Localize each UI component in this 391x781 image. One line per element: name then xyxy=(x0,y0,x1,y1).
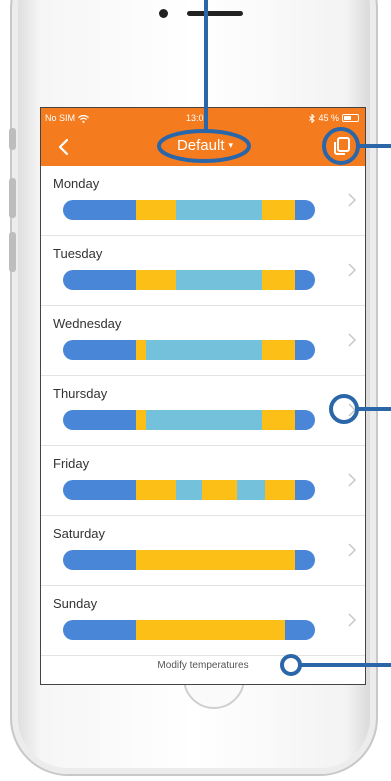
day-row[interactable]: Friday xyxy=(41,446,365,516)
schedule-bar xyxy=(63,550,315,570)
schedule-segment xyxy=(294,270,315,290)
schedule-segment xyxy=(146,340,263,360)
day-label: Saturday xyxy=(53,526,106,541)
schedule-segment xyxy=(294,410,315,430)
schedule-segment xyxy=(146,410,263,430)
schedule-title: Default xyxy=(176,136,225,154)
day-row[interactable]: Saturday xyxy=(41,516,365,586)
copy-button[interactable] xyxy=(331,135,353,157)
carrier-label: No SIM xyxy=(45,113,76,123)
schedule-segment xyxy=(294,550,315,570)
day-label: Monday xyxy=(53,176,100,191)
front-camera xyxy=(159,9,168,18)
schedule-segment xyxy=(63,550,137,570)
chevron-right-icon[interactable] xyxy=(346,402,358,418)
mute-switch xyxy=(9,128,16,150)
volume-up-button xyxy=(9,178,16,218)
day-row[interactable]: Thursday xyxy=(41,376,365,446)
schedule-segment xyxy=(136,550,295,570)
app-screen: No SIM 13:02 45 % Default ▾ Monday Tuesd… xyxy=(40,107,366,685)
schedule-segment xyxy=(262,340,295,360)
schedule-segment xyxy=(294,340,315,360)
day-label: Friday xyxy=(53,456,90,471)
schedule-segment xyxy=(284,620,315,640)
schedule-selector[interactable]: Default ▾ xyxy=(159,132,251,158)
earpiece-speaker xyxy=(187,11,243,16)
battery-icon xyxy=(342,114,359,122)
day-label: Wednesday xyxy=(53,316,122,331)
header-bar: No SIM 13:02 45 % Default ▾ xyxy=(41,108,365,166)
schedule-segment xyxy=(262,200,295,220)
schedule-segment xyxy=(136,200,177,220)
schedule-segment xyxy=(176,270,263,290)
caret-down-icon: ▾ xyxy=(228,139,234,150)
schedule-segment xyxy=(136,410,147,430)
day-label: Tuesday xyxy=(53,246,103,261)
volume-down-button xyxy=(9,232,16,272)
schedule-segment xyxy=(236,480,265,500)
day-label: Sunday xyxy=(53,596,98,611)
schedule-segment xyxy=(201,480,237,500)
schedule-bar xyxy=(63,480,315,500)
schedule-segment xyxy=(136,270,177,290)
schedule-segment xyxy=(63,480,137,500)
schedule-bar xyxy=(63,200,315,220)
back-button[interactable] xyxy=(55,135,75,159)
schedule-segment xyxy=(262,410,295,430)
modify-temperatures-button[interactable]: Modify temperatures xyxy=(41,646,365,684)
day-row[interactable]: Monday xyxy=(41,166,365,236)
chevron-right-icon[interactable] xyxy=(346,472,358,488)
bluetooth-icon xyxy=(309,113,316,123)
schedule-segment xyxy=(63,340,137,360)
schedule-segment xyxy=(63,270,137,290)
schedule-segment xyxy=(136,480,177,500)
schedule-bar xyxy=(63,410,315,430)
schedule-segment xyxy=(264,480,295,500)
chevron-right-icon[interactable] xyxy=(346,192,358,208)
schedule-segment xyxy=(136,620,285,640)
day-label: Thursday xyxy=(53,386,108,401)
schedule-segment xyxy=(262,270,295,290)
schedule-bar xyxy=(63,620,315,640)
schedule-segment xyxy=(63,410,137,430)
chevron-right-icon[interactable] xyxy=(346,612,358,628)
copy-icon xyxy=(334,137,350,155)
schedule-segment xyxy=(63,200,137,220)
schedule-bar xyxy=(63,270,315,290)
battery-percent: 45 % xyxy=(318,113,339,123)
schedule-bar xyxy=(63,340,315,360)
chevron-left-icon xyxy=(58,138,69,156)
schedule-segment xyxy=(63,620,137,640)
day-row[interactable]: Tuesday xyxy=(41,236,365,306)
screenshot-root: No SIM 13:02 45 % Default ▾ Monday Tuesd… xyxy=(0,0,391,781)
chevron-right-icon[interactable] xyxy=(346,262,358,278)
schedule-segment xyxy=(136,340,147,360)
schedule-segment xyxy=(294,200,315,220)
status-time: 13:02 xyxy=(186,113,209,123)
status-carrier: No SIM xyxy=(45,113,89,123)
chevron-right-icon[interactable] xyxy=(346,542,358,558)
day-row[interactable]: Wednesday xyxy=(41,306,365,376)
status-right: 45 % xyxy=(309,113,359,123)
chevron-right-icon[interactable] xyxy=(346,332,358,348)
schedule-segment xyxy=(176,480,202,500)
wifi-icon xyxy=(77,114,89,123)
schedule-segment xyxy=(294,480,315,500)
schedule-segment xyxy=(176,200,263,220)
